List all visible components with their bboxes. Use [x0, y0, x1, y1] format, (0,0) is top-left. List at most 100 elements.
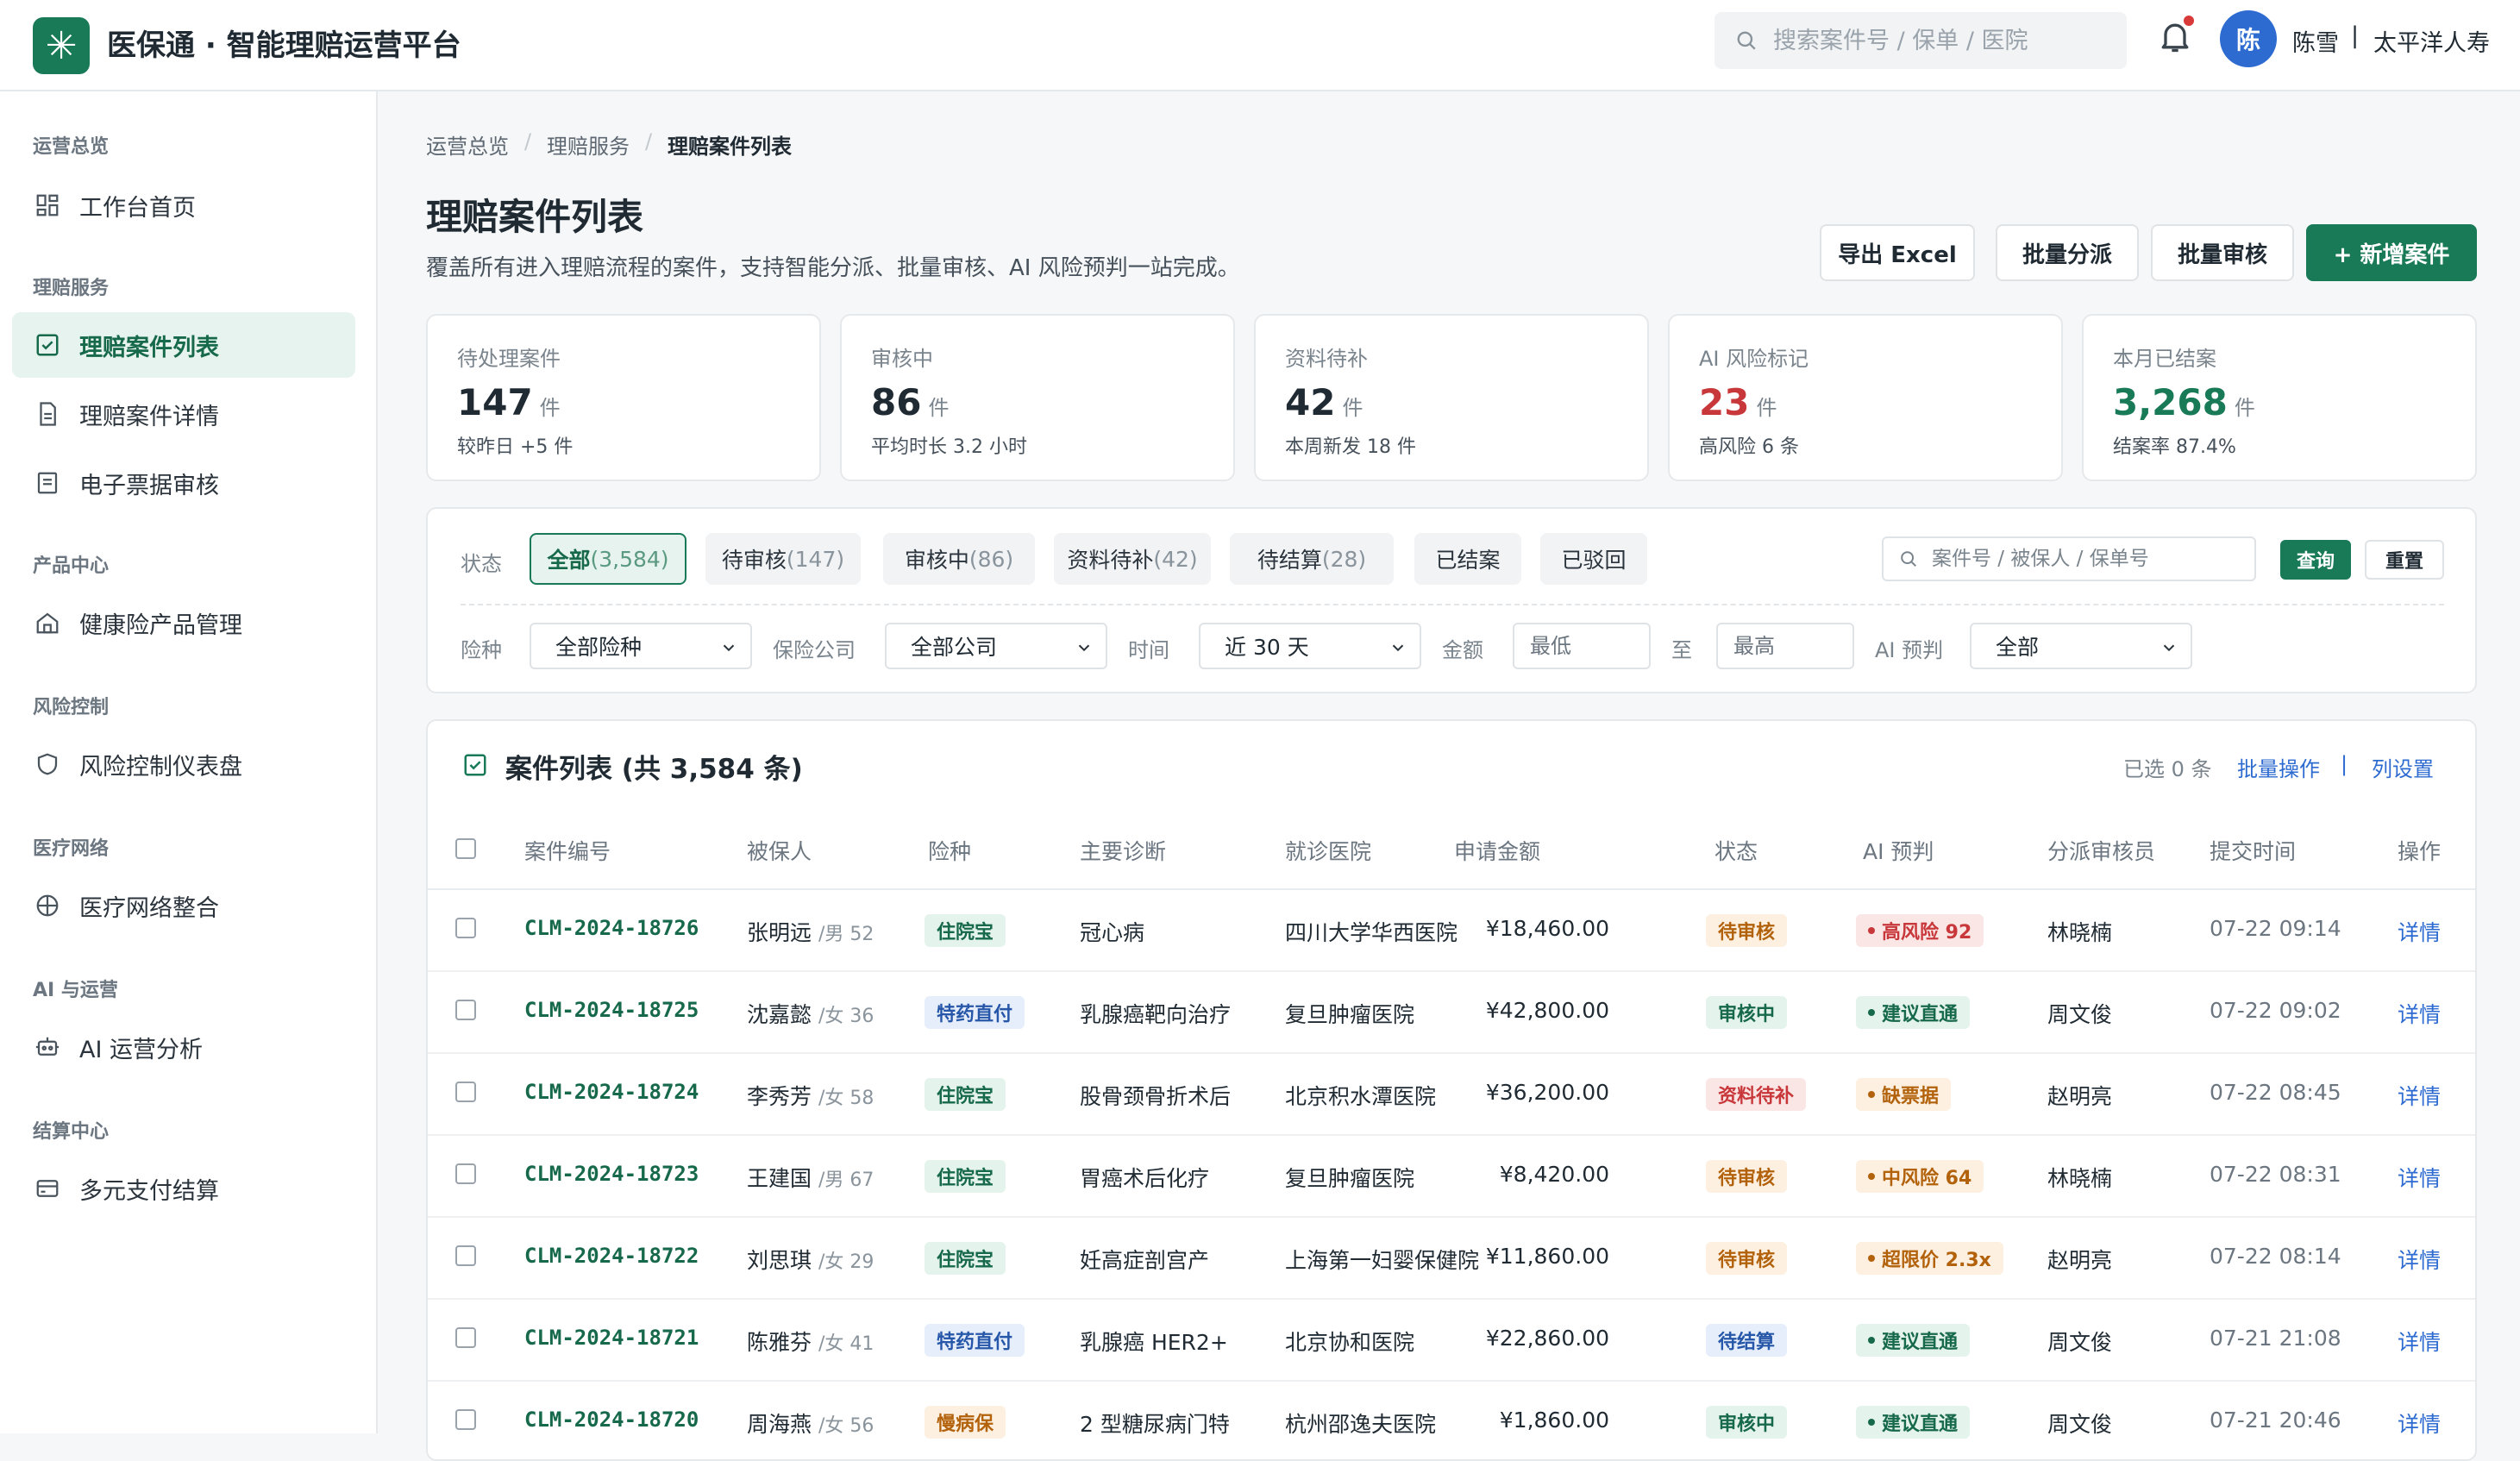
status-chip[interactable]: 待审核 (147)	[705, 533, 861, 585]
global-search-input[interactable]	[1771, 26, 2116, 55]
card-icon	[36, 1180, 59, 1197]
sidebar-item-products[interactable]: 健康险产品管理	[12, 590, 355, 655]
row-checkbox[interactable]	[455, 1245, 476, 1266]
sidebar-item-dashboard[interactable]: 工作台首页	[12, 172, 355, 238]
case-id[interactable]: CLM-2024-18724	[524, 1080, 699, 1104]
company-select[interactable]: 全部公司	[885, 623, 1107, 669]
batch-operations-link[interactable]: 批量操作	[2237, 752, 2320, 782]
status-chip[interactable]: 资料待补 (42)	[1054, 533, 1211, 585]
column-header[interactable]: 状态	[1714, 835, 1758, 866]
row-checkbox[interactable]	[455, 1082, 476, 1102]
select-all-checkbox[interactable]	[455, 838, 476, 859]
column-header[interactable]: 被保人	[747, 835, 812, 866]
insured-name: 陈雅芬	[747, 1330, 812, 1355]
case-id[interactable]: CLM-2024-18721	[524, 1326, 699, 1350]
detail-link[interactable]: 详情	[2398, 1244, 2441, 1275]
time-range-select[interactable]: 近 30 天	[1199, 623, 1421, 669]
status-chip[interactable]: 待结算 (28)	[1230, 533, 1394, 585]
export-excel-button[interactable]: 导出 Excel	[1820, 224, 1975, 281]
status-chip[interactable]: 已结案	[1414, 533, 1521, 585]
detail-link[interactable]: 详情	[2398, 1162, 2441, 1193]
sidebar-item-label: 理赔案件列表	[79, 334, 219, 361]
table-row[interactable]: CLM-2024-18725 沈嘉懿/女 36 特药直付 乳腺癌靶向治疗 复旦肿瘤医院 ¥…	[428, 972, 2475, 1054]
sidebar-item-claim-detail[interactable]: 理赔案件详情	[12, 381, 355, 447]
column-header[interactable]: 案件编号	[524, 835, 611, 866]
stat-card[interactable]: 待处理案件 147 件较昨日 +5 件	[426, 314, 821, 481]
detail-link[interactable]: 详情	[2398, 1326, 2441, 1357]
case-id[interactable]: CLM-2024-18722	[524, 1244, 699, 1268]
column-header[interactable]: AI 预判	[1863, 835, 1934, 866]
breadcrumb-item[interactable]: 运营总览	[426, 129, 509, 160]
column-header[interactable]: 险种	[928, 835, 971, 866]
table-row[interactable]: CLM-2024-18721 陈雅芬/女 41 特药直付 乳腺癌 HER2+ 北京协和医…	[428, 1300, 2475, 1382]
row-checkbox[interactable]	[455, 918, 476, 938]
chevron-down-icon	[1392, 644, 1404, 652]
sidebar-item-label: 多元支付结算	[79, 1177, 219, 1205]
column-header[interactable]: 分派审核员	[2047, 835, 2155, 866]
sidebar-item-ai-analysis[interactable]: AI 运营分析	[12, 1014, 355, 1080]
robot-icon	[35, 1037, 60, 1056]
global-search[interactable]	[1714, 12, 2127, 69]
status-chip[interactable]: 已驳回	[1540, 533, 1647, 585]
stat-card[interactable]: 资料待补 42 件本周新发 18 件	[1254, 314, 1649, 481]
stat-label: 待处理案件	[457, 347, 561, 371]
stat-card[interactable]: 审核中 86 件平均时长 3.2 小时	[840, 314, 1235, 481]
sidebar-item-e-invoice[interactable]: 电子票据审核	[12, 450, 355, 516]
detail-link[interactable]: 详情	[2398, 998, 2441, 1029]
column-settings-link[interactable]: 列设置	[2372, 752, 2434, 782]
batch-review-button[interactable]: 批量审核	[2151, 224, 2294, 281]
reviewer: 赵明亮	[2047, 1084, 2113, 1109]
column-header[interactable]: 就诊医院	[1285, 835, 1371, 866]
column-header[interactable]: 主要诊断	[1080, 835, 1166, 866]
case-id[interactable]: CLM-2024-18723	[524, 1162, 699, 1186]
reset-button[interactable]: 重置	[2365, 540, 2444, 580]
diagnosis: 2 型糖尿病门特	[1080, 1412, 1230, 1437]
case-search-input[interactable]	[1930, 547, 2249, 571]
detail-link[interactable]: 详情	[2398, 1408, 2441, 1439]
status-chip[interactable]: 审核中 (86)	[883, 533, 1035, 585]
sidebar-item-claims-list[interactable]: 理赔案件列表	[12, 312, 355, 378]
user-organization[interactable]: 太平洋人寿	[2373, 24, 2490, 58]
row-checkbox[interactable]	[455, 1000, 476, 1020]
sidebar-item-risk-dashboard[interactable]: 风险控制仪表盘	[12, 731, 355, 797]
user-avatar[interactable]: 陈	[2220, 10, 2277, 67]
case-id[interactable]: CLM-2024-18726	[524, 916, 699, 940]
row-checkbox[interactable]	[455, 1327, 476, 1348]
new-case-button[interactable]: + 新增案件	[2306, 224, 2477, 281]
row-checkbox[interactable]	[455, 1163, 476, 1184]
status-chip[interactable]: 全部 (3,584)	[530, 533, 686, 585]
stat-card[interactable]: 本月已结案 3,268 件结案率 87.4%	[2082, 314, 2477, 481]
table-row[interactable]: CLM-2024-18720 周海燕/女 56 慢病保 2 型糖尿病门特 杭州邵逸夫医院…	[428, 1382, 2475, 1459]
table-row[interactable]: CLM-2024-18722 刘思琪/女 29 住院宝 妊高症剖宫产 上海第一妇婴保健院…	[428, 1218, 2475, 1300]
insurance-type-select[interactable]: 全部险种	[530, 623, 752, 669]
ai-prediction-text: 高风险 92	[1882, 922, 1972, 944]
column-header[interactable]: 提交时间	[2210, 835, 2296, 866]
submit-time: 07-21 21:08	[2210, 1326, 2341, 1351]
row-checkbox[interactable]	[455, 1409, 476, 1430]
case-search[interactable]	[1882, 536, 2256, 581]
diagnosis: 乳腺癌靶向治疗	[1080, 1002, 1232, 1027]
case-id[interactable]: CLM-2024-18725	[524, 998, 699, 1022]
app-logo[interactable]: ✳	[33, 17, 90, 74]
column-header[interactable]: 申请金额	[1454, 835, 1540, 866]
amount-max-input[interactable]	[1716, 623, 1854, 669]
column-header[interactable]: 操作	[2398, 835, 2441, 866]
detail-link[interactable]: 详情	[2398, 1080, 2441, 1111]
amount-min-input[interactable]	[1513, 623, 1651, 669]
batch-assign-button[interactable]: 批量分派	[1996, 224, 2139, 281]
table-row[interactable]: CLM-2024-18723 王建国/男 67 住院宝 胃癌术后化疗 复旦肿瘤医院 ¥8,…	[428, 1136, 2475, 1218]
ai-prediction-select[interactable]: 全部	[1970, 623, 2192, 669]
table-row[interactable]: CLM-2024-18726 张明远/男 52 住院宝 冠心病 四川大学华西医院 ¥18,…	[428, 890, 2475, 972]
table-row[interactable]: CLM-2024-18724 李秀芳/女 58 住院宝 股骨颈骨折术后 北京积水潭医院 ¥…	[428, 1054, 2475, 1136]
insured-cell: 李秀芳/女 58	[747, 1080, 874, 1111]
breadcrumb-item[interactable]: 理赔服务	[547, 129, 630, 160]
stat-card[interactable]: AI 风险标记 23 件高风险 6 条	[1668, 314, 2063, 481]
case-id[interactable]: CLM-2024-18720	[524, 1408, 699, 1432]
sidebar-item-settlement[interactable]: 多元支付结算	[12, 1156, 355, 1221]
sidebar-item-medical-network[interactable]: 医疗网络整合	[12, 873, 355, 938]
ai-prediction-text: 中风险 64	[1882, 1168, 1972, 1189]
query-button[interactable]: 查询	[2280, 540, 2351, 580]
detail-link[interactable]: 详情	[2398, 916, 2441, 947]
user-name[interactable]: 陈雪	[2292, 24, 2339, 58]
ai-prediction-tag: 建议直通	[1856, 1406, 1971, 1439]
